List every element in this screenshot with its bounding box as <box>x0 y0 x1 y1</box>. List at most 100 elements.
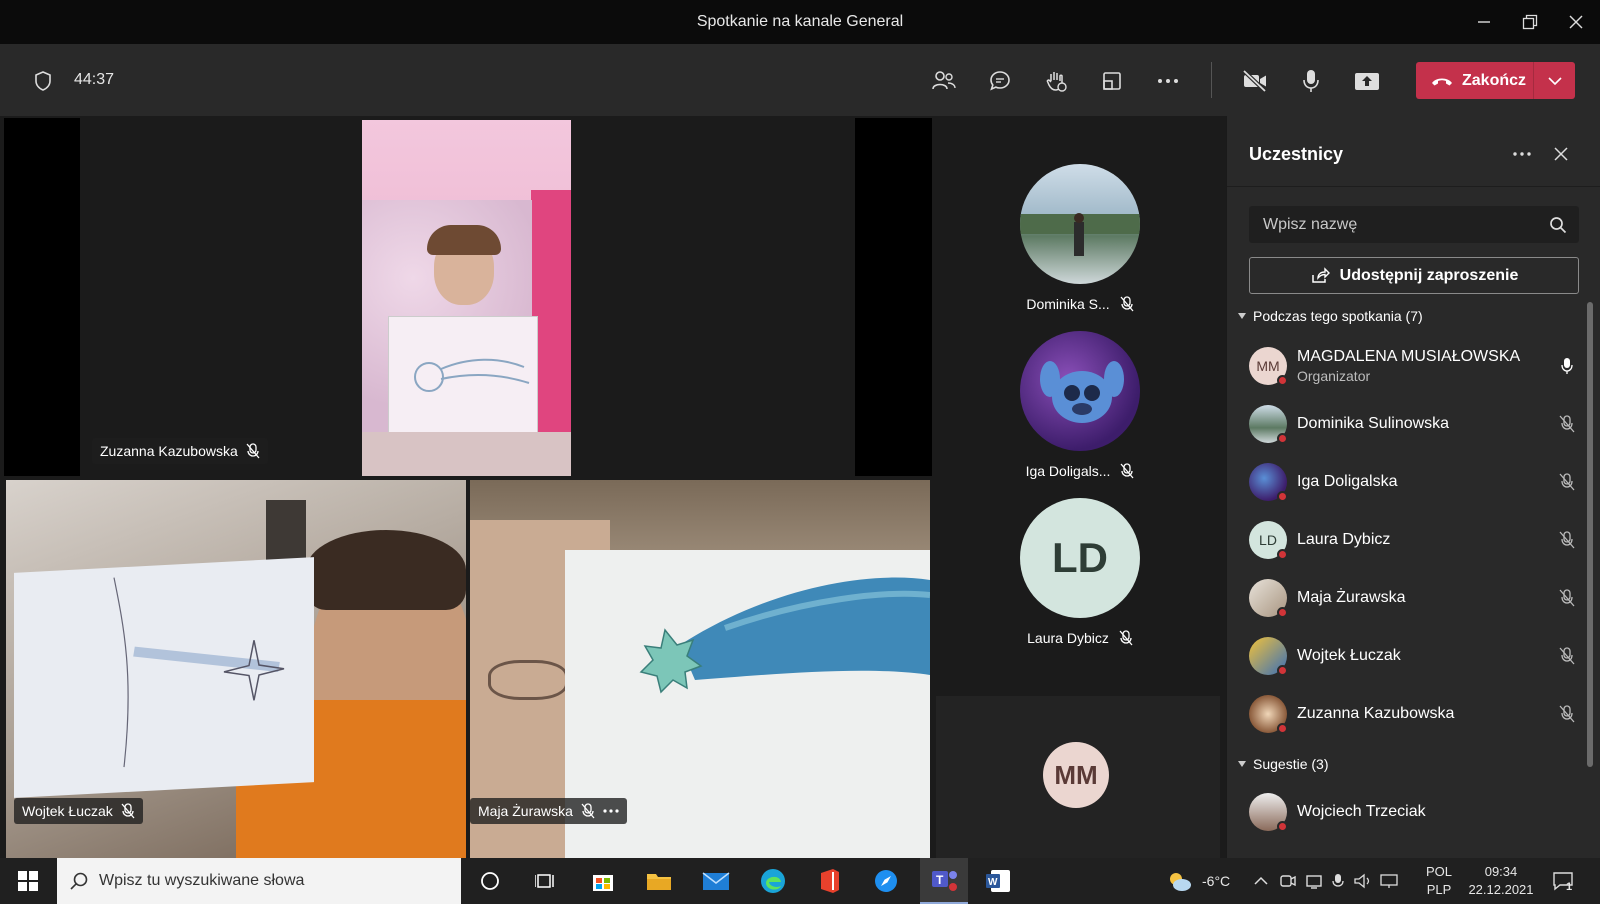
clock[interactable]: 09:34 22.12.2021 <box>1466 858 1536 904</box>
participant-row[interactable]: Maja Żurawska <box>1249 574 1579 622</box>
mic-muted-icon <box>1559 647 1575 665</box>
chat-button[interactable] <box>983 64 1017 98</box>
raise-hand-icon <box>1046 72 1067 92</box>
mic-muted-icon <box>1120 296 1134 312</box>
avatar <box>1249 637 1288 676</box>
section-in-meeting[interactable]: Podczas tego spotkania (7) <box>1237 308 1423 324</box>
tile-name: Maja Żurawska <box>478 803 573 819</box>
participant-row[interactable]: Dominika Sulinowska <box>1249 400 1579 448</box>
panel-scrollbar[interactable] <box>1587 302 1593 767</box>
more-actions-button[interactable] <box>1151 64 1185 98</box>
taskbar-explorer[interactable] <box>641 865 677 897</box>
side-tile-label: Laura Dybicz <box>985 630 1175 646</box>
side-tile-name: Laura Dybicz <box>1027 630 1109 646</box>
close-window-button[interactable] <box>1552 0 1600 44</box>
participant-mic <box>1555 531 1579 549</box>
participant-mic <box>1555 415 1579 433</box>
suggestion-row[interactable]: Wojciech Trzeciak <box>1249 788 1579 836</box>
participant-mic <box>1555 473 1579 491</box>
participant-row[interactable]: Wojtek Łuczak <box>1249 632 1579 680</box>
cortana-button[interactable] <box>472 865 508 897</box>
share-screen-button[interactable] <box>1350 64 1384 98</box>
side-tile-laura[interactable]: LD Laura Dybicz <box>985 498 1175 646</box>
language-indicator[interactable]: POL PLP <box>1426 858 1452 904</box>
taskbar-store[interactable] <box>585 865 621 897</box>
taskbar-word[interactable]: W <box>980 865 1016 897</box>
word-icon: W <box>986 870 1010 892</box>
end-call-main[interactable]: Zakończ <box>1416 62 1533 99</box>
participant-row[interactable]: Iga Doligalska <box>1249 458 1579 506</box>
participant-row[interactable]: MM MAGDALENA MUSIAŁOWSKA Organizator <box>1249 342 1579 390</box>
search-placeholder: Wpisz nazwę <box>1263 216 1358 233</box>
participant-name: Iga Doligalska <box>1297 473 1398 490</box>
participant-name: Wojtek Łuczak <box>1297 647 1401 664</box>
taskbar-safari[interactable] <box>868 865 904 897</box>
participant-info: Maja Żurawska <box>1297 589 1555 607</box>
store-icon <box>593 875 613 891</box>
side-tile-dominika[interactable]: Dominika S... <box>985 164 1175 312</box>
avatar-initials: LD <box>1052 534 1108 581</box>
mic-toggle[interactable] <box>1294 64 1328 98</box>
minimize-button[interactable] <box>1460 0 1508 44</box>
microphone-icon <box>1303 70 1319 92</box>
tray-icons[interactable] <box>1254 858 1398 904</box>
participant-name: Zuzanna Kazubowska <box>1297 705 1455 722</box>
more-icon[interactable] <box>603 809 619 813</box>
video-feed <box>362 120 571 476</box>
share-tray-icon <box>1355 73 1379 90</box>
meeting-info-button[interactable] <box>26 64 60 98</box>
end-call-label: Zakończ <box>1462 71 1527 89</box>
taskbar-edge[interactable] <box>755 865 791 897</box>
camera-toggle[interactable] <box>1238 64 1272 98</box>
drawing-svg <box>113 577 285 768</box>
name-chip: Maja Żurawska <box>470 798 627 824</box>
panel-more-button[interactable] <box>1509 142 1535 166</box>
share-invite-button[interactable]: Udostępnij zaproszenie <box>1249 257 1579 294</box>
taskbar-teams[interactable]: T <box>920 858 968 904</box>
avatar-photo <box>1040 361 1124 423</box>
participant-search-input[interactable]: Wpisz nazwę <box>1249 206 1579 243</box>
drawing-paper <box>14 557 314 798</box>
video-glasses <box>488 660 568 700</box>
reactions-button[interactable] <box>1039 64 1073 98</box>
video-tile-maja[interactable]: Maja Żurawska <box>470 480 930 858</box>
video-tile-wojtek[interactable]: Wojtek Łuczak <box>6 480 466 858</box>
compass-icon <box>875 870 897 892</box>
taskbar-search-input[interactable]: Wpisz tu wyszukiwane słowa <box>57 858 461 904</box>
participants-button[interactable] <box>927 64 961 98</box>
speaker-icon <box>1354 873 1370 889</box>
side-tile-iga[interactable]: Iga Doligals... <box>985 331 1175 479</box>
section-suggestions[interactable]: Sugestie (3) <box>1237 756 1328 772</box>
restore-icon <box>1522 14 1538 30</box>
chevron-down-icon <box>1547 76 1562 85</box>
mic-muted-icon <box>246 443 260 459</box>
participant-row[interactable]: Zuzanna Kazubowska <box>1249 690 1579 738</box>
share-icon <box>1311 266 1330 283</box>
participant-info: Wojciech Trzeciak <box>1297 803 1579 821</box>
avatar <box>1249 463 1288 502</box>
taskbar-office[interactable] <box>812 865 848 897</box>
notification-center-button[interactable]: 1 <box>1552 858 1580 904</box>
participant-name: Laura Dybicz <box>1297 531 1391 548</box>
video-tile-zuzanna[interactable]: Zuzanna Kazubowska <box>4 118 932 476</box>
participant-row[interactable]: LD Laura Dybicz <box>1249 516 1579 564</box>
presence-dot <box>1277 375 1288 386</box>
tile-name: Zuzanna Kazubowska <box>100 443 238 459</box>
end-call-button[interactable]: Zakończ <box>1416 62 1575 99</box>
end-call-options-button[interactable] <box>1534 76 1575 85</box>
presence-dot <box>1277 723 1288 734</box>
rooms-button[interactable] <box>1095 64 1129 98</box>
video-stage: Zuzanna Kazubowska Wojtek Łuczak Maja Żu… <box>0 116 1226 858</box>
self-view-tile[interactable]: MM <box>936 696 1220 858</box>
taskbar-mail[interactable] <box>698 865 734 897</box>
panel-close-button[interactable] <box>1549 142 1573 166</box>
restore-button[interactable] <box>1506 0 1554 44</box>
weather-widget[interactable]: -6°C <box>1166 858 1230 904</box>
mic-muted-icon <box>1559 473 1575 491</box>
chevron-up-icon <box>1254 876 1268 885</box>
task-view-button[interactable] <box>528 865 564 897</box>
task-view-icon <box>535 874 554 888</box>
video-frame-wall <box>266 500 306 560</box>
avatar: LD <box>1020 498 1140 618</box>
start-button[interactable] <box>10 865 46 897</box>
